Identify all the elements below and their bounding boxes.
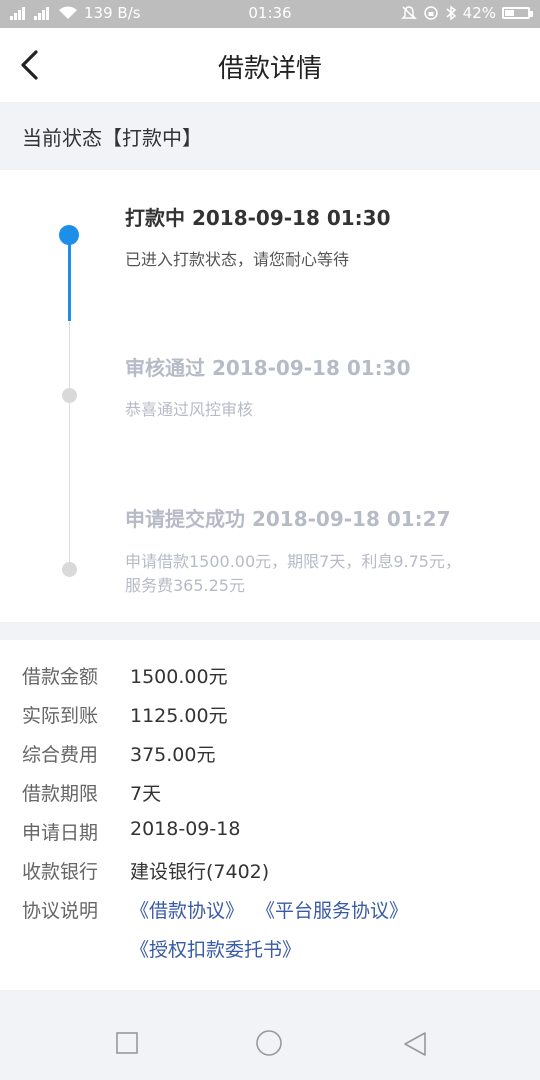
detail-row-term: 借款期限 7天 — [0, 779, 540, 815]
timeline-step-desc: 已进入打款状态，请您耐心等待 — [125, 250, 350, 269]
timeline-step-desc: 恭喜通过风控审核 — [125, 400, 254, 419]
loan-details: 借款金额 1500.00元 实际到账 1125.00元 综合费用 375.00元… — [0, 640, 540, 990]
system-nav-bar — [0, 1005, 540, 1080]
detail-label: 申请日期 — [22, 822, 99, 844]
home-button[interactable] — [255, 1029, 283, 1061]
page-title: 借款详情 — [217, 54, 322, 84]
detail-row-agreements: 协议说明 《借款协议》 《平台服务协议》 《授权扣款委托书》 — [0, 896, 540, 976]
timeline-step-title: 审核通过 2018-09-18 01:30 — [125, 356, 411, 380]
detail-value: 7天 — [130, 783, 162, 805]
timeline-dot-active — [59, 225, 79, 245]
debit-authorization-link[interactable]: 《授权扣款委托书》 — [130, 935, 301, 962]
bluetooth-icon — [446, 5, 456, 21]
detail-label: 借款期限 — [22, 783, 99, 805]
timeline-dot — [62, 562, 77, 577]
detail-label: 协议说明 — [22, 900, 99, 922]
detail-value: 建设银行(7402) — [130, 861, 270, 883]
timeline-step-title: 申请提交成功 2018-09-18 01:27 — [125, 507, 451, 531]
current-status: 当前状态【打款中】 — [0, 102, 540, 170]
recent-apps-icon — [116, 1032, 138, 1054]
timeline-step-desc: 申请借款1500.00元，期限7天，利息9.75元，服务费365.25元 — [125, 552, 461, 595]
home-icon — [256, 1030, 282, 1056]
nav-back-button[interactable] — [402, 1031, 428, 1061]
lock-rotation-icon — [423, 6, 438, 20]
status-bar-right: 42% — [400, 4, 533, 22]
detail-label: 收款银行 — [22, 861, 99, 883]
battery-icon — [502, 7, 533, 19]
header: 借款详情 — [0, 28, 540, 102]
timeline-step-title: 打款中 2018-09-18 01:30 — [125, 206, 391, 230]
timeline-dot — [62, 388, 77, 403]
detail-value: 1500.00元 — [130, 666, 228, 688]
detail-row-bank: 收款银行 建设银行(7402) — [0, 857, 540, 893]
detail-value: 1125.00元 — [130, 705, 228, 727]
recent-apps-button[interactable] — [115, 1031, 139, 1059]
detail-row-date: 申请日期 2018-09-18 — [0, 818, 540, 854]
detail-value: 375.00元 — [130, 744, 216, 766]
timeline-line-inactive — [69, 321, 70, 567]
platform-service-agreement-link[interactable]: 《平台服务协议》 — [256, 896, 408, 923]
status-timeline: 打款中 2018-09-18 01:30 已进入打款状态，请您耐心等待 审核通过… — [0, 170, 540, 622]
back-triangle-icon — [404, 1032, 426, 1056]
loan-agreement-link[interactable]: 《借款协议》 — [130, 896, 244, 923]
current-status-text: 当前状态【打款中】 — [22, 126, 202, 150]
detail-value: 2018-09-18 — [130, 818, 241, 840]
detail-label: 借款金额 — [22, 666, 99, 688]
detail-label: 实际到账 — [22, 705, 99, 727]
alarm-off-icon — [400, 6, 417, 20]
timeline-line-active — [68, 234, 71, 321]
status-bar: 139 B/s 01:36 42% — [0, 0, 540, 28]
detail-row-received: 实际到账 1125.00元 — [0, 701, 540, 737]
detail-row-amount: 借款金额 1500.00元 — [0, 662, 540, 698]
detail-row-fees: 综合费用 375.00元 — [0, 740, 540, 776]
battery-percent: 42% — [462, 4, 496, 22]
detail-label: 综合费用 — [22, 744, 99, 766]
